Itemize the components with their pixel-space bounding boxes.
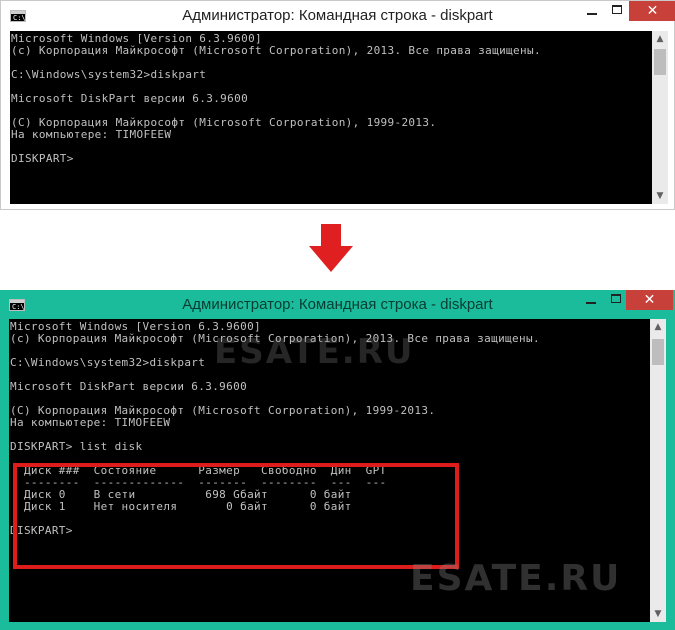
console-command: DISKPART> list disk <box>10 440 143 453</box>
scroll-down-icon[interactable]: ▼ <box>652 188 668 204</box>
close-icon: ✕ <box>643 292 656 308</box>
maximize-icon <box>612 5 622 14</box>
console-line: C:\Windows\system32>diskpart <box>11 68 207 81</box>
minimize-button[interactable] <box>578 290 604 310</box>
cmd-window-after: C:\ Администратор: Командная строка - di… <box>0 290 675 630</box>
console-prompt: DISKPART> <box>11 152 74 165</box>
console-line: Microsoft DiskPart версии 6.3.9600 <box>11 92 249 105</box>
scroll-down-icon[interactable]: ▼ <box>650 606 666 622</box>
scroll-thumb[interactable] <box>652 339 664 365</box>
title-bar[interactable]: C:\ Администратор: Командная строка - di… <box>1 1 675 31</box>
arrow-down-icon <box>309 224 353 272</box>
maximize-icon <box>611 294 621 303</box>
window-title: Администратор: Командная строка - diskpa… <box>182 7 493 24</box>
cmd-window-before: C:\ Администратор: Командная строка - di… <box>0 0 675 210</box>
close-icon: ✕ <box>646 3 659 19</box>
minimize-button[interactable] <box>579 1 605 21</box>
console-line: C:\Windows\system32>diskpart <box>10 356 206 369</box>
watermark: ESATE.RU <box>214 332 415 372</box>
watermark: ESATE.RU <box>410 558 622 599</box>
close-button[interactable]: ✕ <box>629 1 675 21</box>
vertical-scrollbar[interactable]: ▲ ▼ <box>652 31 668 204</box>
window-title: Администратор: Командная строка - diskpa… <box>182 296 493 313</box>
minimize-icon <box>587 13 597 15</box>
minimize-icon <box>586 302 596 304</box>
highlight-box <box>13 463 459 569</box>
maximize-button[interactable] <box>604 1 630 21</box>
scroll-up-icon[interactable]: ▲ <box>652 31 668 47</box>
vertical-scrollbar[interactable]: ▲ ▼ <box>650 319 666 622</box>
console-output[interactable]: Microsoft Windows [Version 6.3.9600] (c)… <box>10 31 652 204</box>
console-line: На компьютере: TIMOFEEW <box>10 416 171 429</box>
console-line: Microsoft DiskPart версии 6.3.9600 <box>10 380 248 393</box>
console-line: (c) Корпорация Майкрософт (Microsoft Cor… <box>11 44 541 57</box>
close-button[interactable]: ✕ <box>626 290 673 310</box>
scroll-thumb[interactable] <box>654 49 666 75</box>
scroll-up-icon[interactable]: ▲ <box>650 319 666 335</box>
console-line: На компьютере: TIMOFEEW <box>11 128 172 141</box>
title-bar[interactable]: C:\ Администратор: Командная строка - di… <box>0 290 675 320</box>
